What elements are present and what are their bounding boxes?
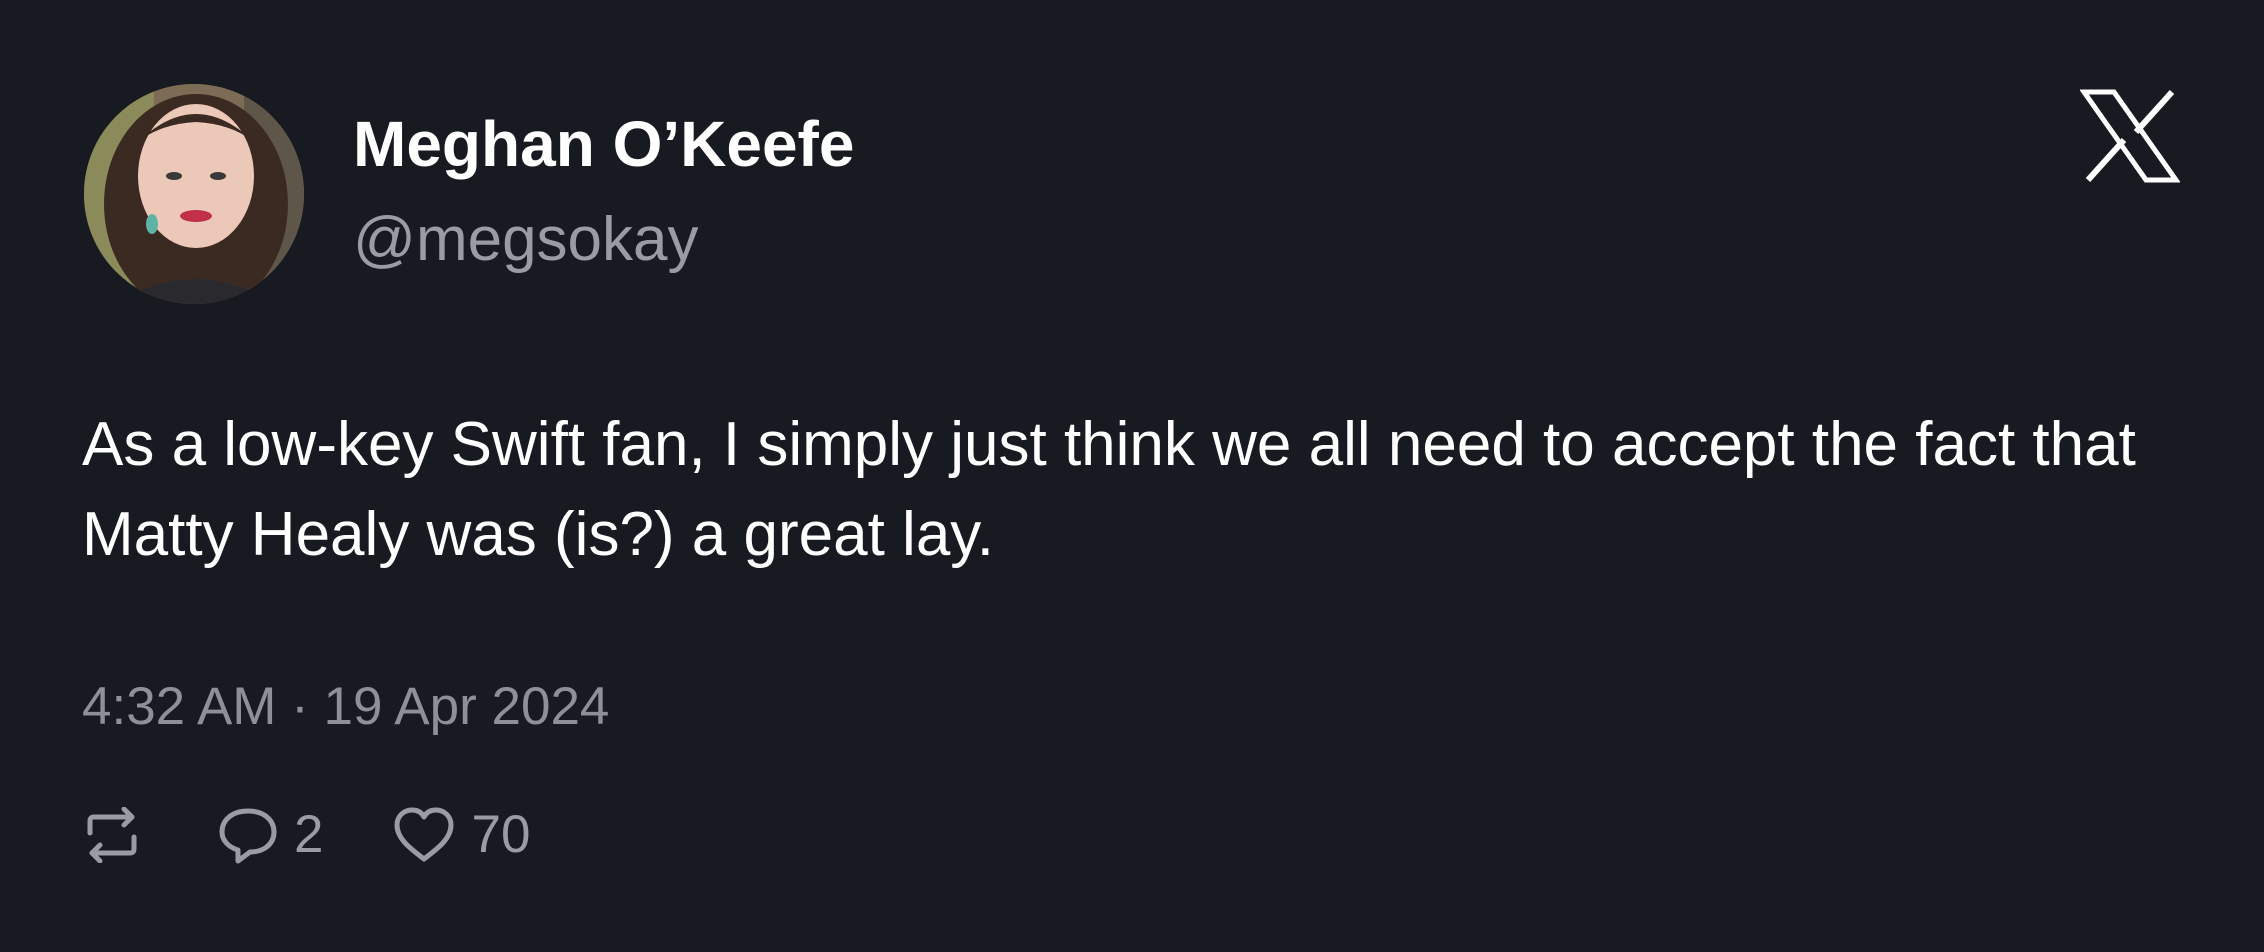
retweet-button[interactable] [82,807,142,863]
reply-icon [216,805,280,865]
like-count: 70 [471,805,531,864]
retweet-icon [82,807,142,863]
tweet-actions: 2 70 [82,800,530,870]
display-name[interactable]: Meghan O’Keefe [353,104,854,184]
heart-icon [391,805,457,865]
reply-button[interactable]: 2 [216,800,323,870]
avatar[interactable] [84,84,304,304]
reply-count: 2 [294,805,324,864]
x-logo-icon[interactable] [2079,88,2181,184]
like-button[interactable]: 70 [391,800,530,870]
tweet-card: Meghan O’Keefe @megsokay As a low-key Sw… [0,0,2264,952]
tweet-timestamp[interactable]: 4:32 AM · 19 Apr 2024 [82,672,609,742]
avatar-photo [84,84,304,304]
user-handle[interactable]: @megsokay [353,200,699,280]
tweet-text: As a low-key Swift fan, I simply just th… [82,410,2136,569]
